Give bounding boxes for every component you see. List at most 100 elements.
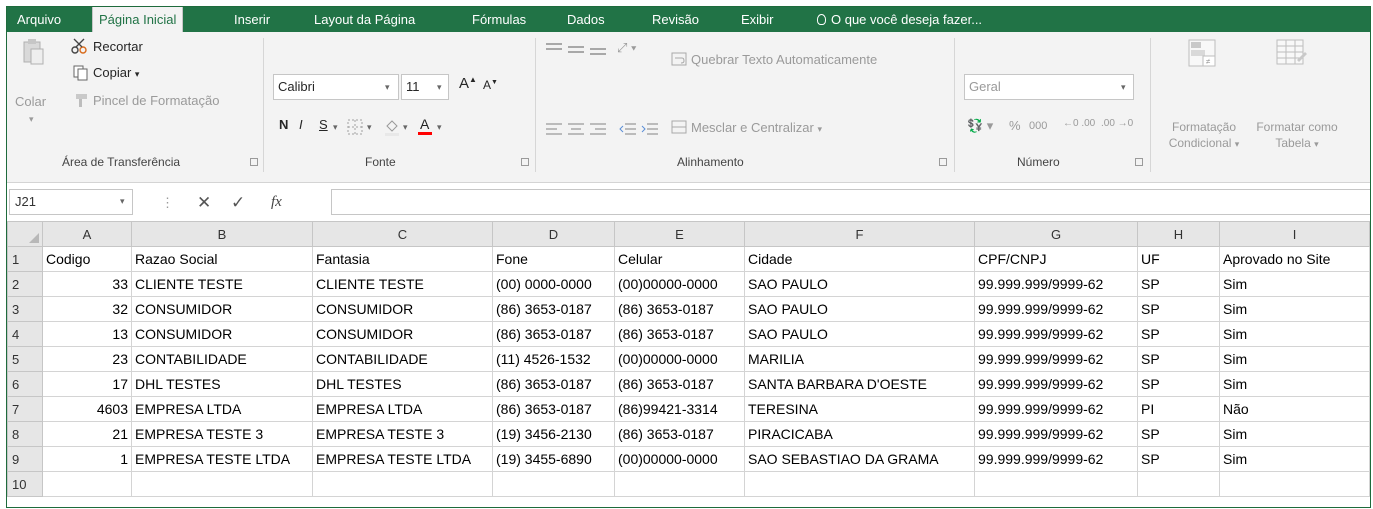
cell-e3[interactable]: (86) 3653-0187 <box>614 296 745 322</box>
paste-dropdown-icon[interactable]: ▾ <box>29 114 34 125</box>
cell-a8[interactable]: 21 <box>42 421 132 447</box>
cell-c6[interactable]: DHL TESTES <box>312 371 493 397</box>
cell-e10[interactable] <box>614 471 745 497</box>
grow-font-button[interactable]: A▲ <box>459 75 477 92</box>
alignment-launcher-icon[interactable] <box>939 158 947 166</box>
cell-e6[interactable]: (86) 3653-0187 <box>614 371 745 397</box>
align-center-icon[interactable] <box>567 122 585 141</box>
tab-exibir[interactable]: Exibir <box>741 7 774 32</box>
cell-h1[interactable]: UF <box>1137 246 1220 272</box>
column-header-b[interactable]: B <box>131 221 313 247</box>
cell-b4[interactable]: CONSUMIDOR <box>131 321 313 347</box>
align-right-icon[interactable] <box>589 122 607 141</box>
borders-icon[interactable] <box>347 119 363 140</box>
cell-d4[interactable]: (86) 3653-0187 <box>492 321 615 347</box>
cell-h5[interactable]: SP <box>1137 346 1220 372</box>
font-color-icon[interactable]: A <box>417 116 433 141</box>
cell-d8[interactable]: (19) 3456-2130 <box>492 421 615 447</box>
number-format-select[interactable]: Geral <box>964 74 1134 100</box>
comma-style-button[interactable]: 000 <box>1029 120 1047 132</box>
cell-e9[interactable]: (00)00000-0000 <box>614 446 745 472</box>
cell-d2[interactable]: (00) 0000-0000 <box>492 271 615 297</box>
tab-formulas[interactable]: Fórmulas <box>472 7 526 32</box>
bold-button[interactable]: N <box>279 117 288 132</box>
cell-g4[interactable]: 99.999.999/9999-62 <box>974 321 1138 347</box>
cell-f6[interactable]: SANTA BARBARA D'OESTE <box>744 371 975 397</box>
copy-button[interactable]: Copiar ▾ <box>93 65 139 80</box>
percent-button[interactable]: % <box>1009 118 1021 133</box>
increase-indent-icon[interactable] <box>641 122 659 141</box>
cell-i5[interactable]: Sim <box>1219 346 1370 372</box>
cell-d3[interactable]: (86) 3653-0187 <box>492 296 615 322</box>
chevron-down-icon[interactable]: ▾ <box>120 196 125 207</box>
wrap-text-button[interactable]: Quebrar Texto Automaticamente <box>691 52 877 67</box>
align-top-icon[interactable] <box>545 42 563 61</box>
italic-button[interactable]: I <box>299 117 303 132</box>
underline-button[interactable]: S <box>319 117 328 132</box>
cell-b5[interactable]: CONTABILIDADE <box>131 346 313 372</box>
cell-h10[interactable] <box>1137 471 1220 497</box>
tab-revisao[interactable]: Revisão <box>652 7 699 32</box>
cell-f9[interactable]: SAO SEBASTIAO DA GRAMA <box>744 446 975 472</box>
cell-i10[interactable] <box>1219 471 1370 497</box>
cell-a6[interactable]: 17 <box>42 371 132 397</box>
name-box[interactable]: J21 <box>9 189 133 215</box>
tab-pagina-inicial[interactable]: Página Inicial <box>92 7 184 33</box>
accounting-format-button[interactable]: 💱 ▾ <box>967 118 993 134</box>
cell-b6[interactable]: DHL TESTES <box>131 371 313 397</box>
cell-f7[interactable]: TERESINA <box>744 396 975 422</box>
cell-i1[interactable]: Aprovado no Site <box>1219 246 1370 272</box>
cell-c4[interactable]: CONSUMIDOR <box>312 321 493 347</box>
format-as-table-button[interactable]: Formatar como Tabela ▾ <box>1247 119 1347 152</box>
cell-c10[interactable] <box>312 471 493 497</box>
cell-e7[interactable]: (86)99421-3314 <box>614 396 745 422</box>
cell-f5[interactable]: MARILIA <box>744 346 975 372</box>
cell-d1[interactable]: Fone <box>492 246 615 272</box>
row-header[interactable]: 8 <box>7 421 43 447</box>
cell-c2[interactable]: CLIENTE TESTE <box>312 271 493 297</box>
row-header[interactable]: 10 <box>7 471 43 497</box>
increase-decimal-button[interactable]: ←0 .00 <box>1063 118 1095 129</box>
tab-arquivo[interactable]: Arquivo <box>17 7 61 32</box>
select-all-corner[interactable] <box>7 221 43 247</box>
cell-h2[interactable]: SP <box>1137 271 1220 297</box>
cell-e8[interactable]: (86) 3653-0187 <box>614 421 745 447</box>
number-launcher-icon[interactable] <box>1135 158 1143 166</box>
tab-layout-da-pagina[interactable]: Layout da Página <box>314 7 415 32</box>
decrease-decimal-button[interactable]: .00 →0 <box>1101 118 1133 129</box>
column-header-i[interactable]: I <box>1219 221 1370 247</box>
row-header[interactable]: 3 <box>7 296 43 322</box>
column-header-f[interactable]: F <box>744 221 975 247</box>
cell-h6[interactable]: SP <box>1137 371 1220 397</box>
column-header-h[interactable]: H <box>1137 221 1220 247</box>
cell-d10[interactable] <box>492 471 615 497</box>
row-header[interactable]: 4 <box>7 321 43 347</box>
row-header[interactable]: 6 <box>7 371 43 397</box>
cell-i7[interactable]: Não <box>1219 396 1370 422</box>
cell-f4[interactable]: SAO PAULO <box>744 321 975 347</box>
cell-i2[interactable]: Sim <box>1219 271 1370 297</box>
column-header-e[interactable]: E <box>614 221 745 247</box>
cell-g9[interactable]: 99.999.999/9999-62 <box>974 446 1138 472</box>
cell-c9[interactable]: EMPRESA TESTE LTDA <box>312 446 493 472</box>
row-header[interactable]: 7 <box>7 396 43 422</box>
row-header[interactable]: 2 <box>7 271 43 297</box>
decrease-indent-icon[interactable] <box>619 122 637 141</box>
cell-g5[interactable]: 99.999.999/9999-62 <box>974 346 1138 372</box>
cell-g7[interactable]: 99.999.999/9999-62 <box>974 396 1138 422</box>
cut-button[interactable]: Recortar <box>93 39 143 54</box>
cell-e4[interactable]: (86) 3653-0187 <box>614 321 745 347</box>
cell-g2[interactable]: 99.999.999/9999-62 <box>974 271 1138 297</box>
formula-input[interactable] <box>331 189 1370 215</box>
cell-e2[interactable]: (00)00000-0000 <box>614 271 745 297</box>
paste-icon[interactable] <box>21 38 45 66</box>
cell-a3[interactable]: 32 <box>42 296 132 322</box>
font-name-select[interactable]: Calibri <box>273 74 399 100</box>
cell-i4[interactable]: Sim <box>1219 321 1370 347</box>
tab-inserir[interactable]: Inserir <box>234 7 270 32</box>
cell-h9[interactable]: SP <box>1137 446 1220 472</box>
cell-f10[interactable] <box>744 471 975 497</box>
cell-f3[interactable]: SAO PAULO <box>744 296 975 322</box>
cell-g6[interactable]: 99.999.999/9999-62 <box>974 371 1138 397</box>
cell-a4[interactable]: 13 <box>42 321 132 347</box>
